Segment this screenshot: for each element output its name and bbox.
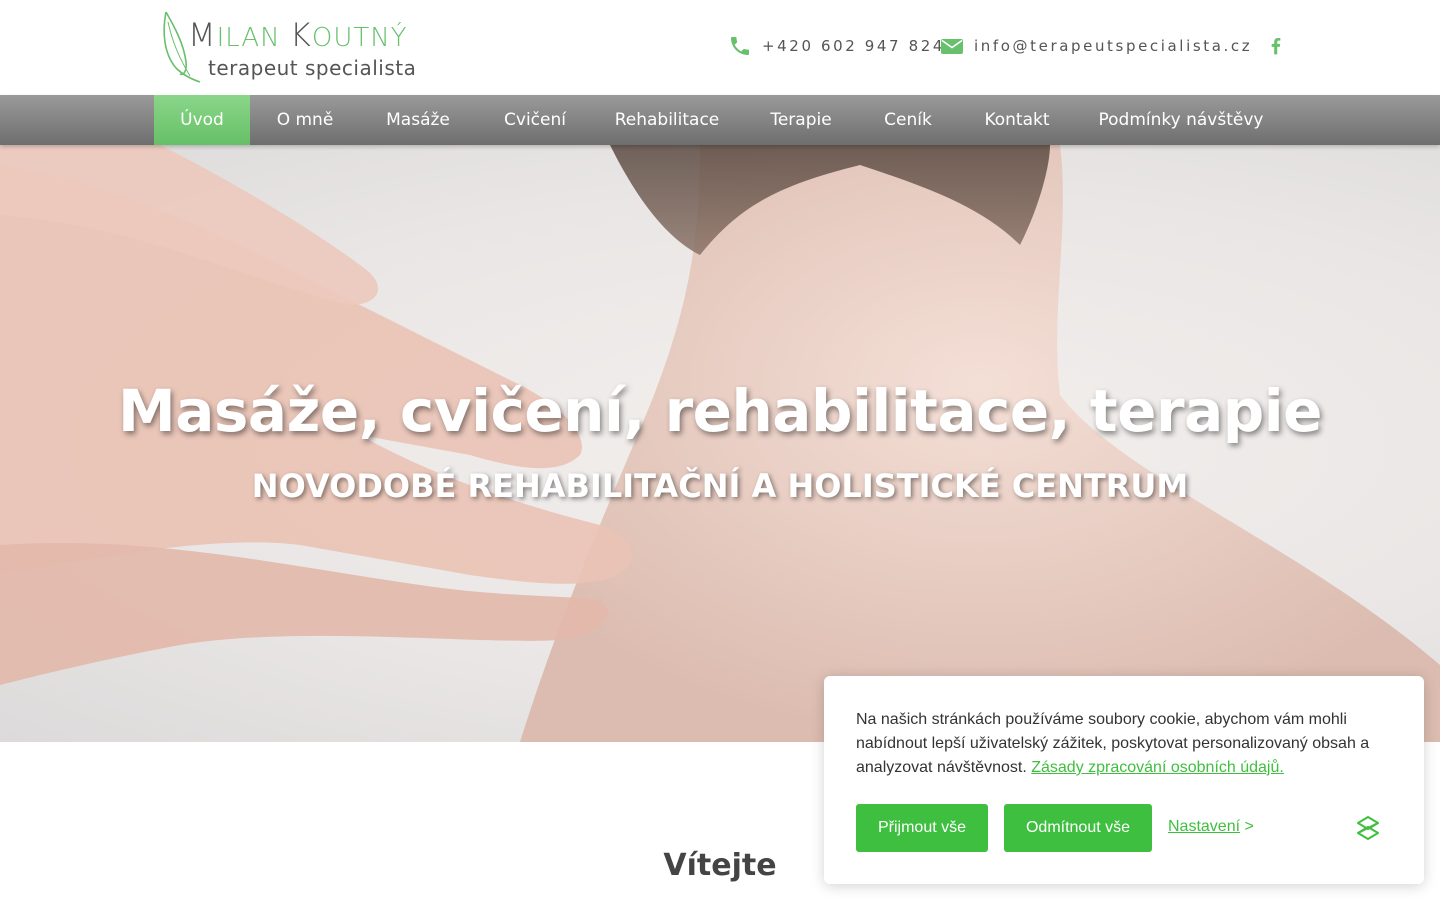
nav-item-cenik[interactable]: Ceník [874, 95, 942, 145]
envelope-icon [941, 39, 963, 54]
email-contact[interactable]: info@terapeutspecialista.cz [940, 32, 1252, 60]
site-logo[interactable]: MILAN KOUTNÝ terapeut specialista [160, 10, 430, 86]
facebook-link[interactable] [1266, 32, 1286, 60]
main-navigation: Úvod O mně Masáže Cvičení Rehabilitace T… [0, 95, 1440, 145]
logo-name: MILAN KOUTNÝ [188, 16, 408, 54]
privacy-policy-link[interactable]: Zásady zpracování osobních údajů. [1031, 759, 1284, 776]
cookie-settings-link[interactable]: Nastavení > [1168, 818, 1254, 836]
cookie-message: Na našich stránkách používáme soubory co… [856, 711, 1370, 776]
nav-item-uvod[interactable]: Úvod [154, 95, 250, 145]
nav-item-kontakt[interactable]: Kontakt [976, 95, 1058, 145]
phone-contact[interactable]: +420 602 947 824 [728, 32, 945, 60]
phone-icon [731, 37, 749, 55]
nav-item-masaze[interactable]: Masáže [374, 95, 462, 145]
nav-item-o-mne[interactable]: O mně [264, 95, 346, 145]
reject-all-button[interactable]: Odmítnout vše [1004, 804, 1152, 852]
header: MILAN KOUTNÝ terapeut specialista +420 6… [0, 0, 1440, 95]
nav-item-terapie[interactable]: Terapie [760, 95, 842, 145]
cookie-provider-logo-icon[interactable] [1354, 814, 1382, 842]
cookie-banner: Na našich stránkách používáme soubory co… [824, 676, 1424, 884]
hero-banner: Masáže, cvičení, rehabilitace, terapie N… [0, 145, 1440, 742]
hero-subtitle: NOVODOBÉ REHABILITAČNÍ A HOLISTICKÉ CENT… [251, 467, 1189, 505]
nav-item-cviceni[interactable]: Cvičení [492, 95, 578, 145]
logo-subtitle: terapeut specialista [208, 56, 417, 80]
nav-item-rehabilitace[interactable]: Rehabilitace [608, 95, 726, 145]
phone-number: +420 602 947 824 [762, 37, 945, 55]
hero-title: Masáže, cvičení, rehabilitace, terapie [118, 377, 1322, 445]
email-address: info@terapeutspecialista.cz [974, 37, 1253, 55]
nav-item-podminky-navstevy[interactable]: Podmínky návštěvy [1092, 95, 1270, 145]
facebook-icon [1271, 38, 1281, 55]
accept-all-button[interactable]: Přijmout vše [856, 804, 988, 852]
